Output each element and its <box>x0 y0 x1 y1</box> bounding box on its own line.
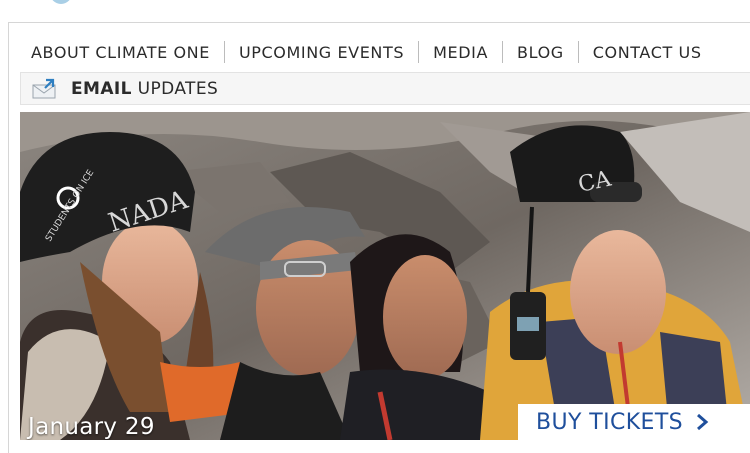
nav-separator <box>418 41 420 63</box>
nav-separator <box>502 41 504 63</box>
email-label-rest: UPDATES <box>131 78 219 99</box>
logo-fragment[interactable] <box>50 0 72 4</box>
email-updates-bar[interactable]: EMAIL UPDATES <box>20 72 750 105</box>
nav-contact-us[interactable]: CONTACT US <box>593 43 702 62</box>
nav-upcoming-events[interactable]: UPCOMING EVENTS <box>239 43 404 62</box>
top-strip <box>0 0 750 22</box>
email-envelope-icon <box>31 78 57 100</box>
hero-photo[interactable]: NADA STUDENTS ON ICE CA January 29 BUY T… <box>20 112 750 440</box>
nav-about-climate-one[interactable]: ABOUT CLIMATE ONE <box>31 43 210 62</box>
event-date: January 29 <box>28 414 155 440</box>
nav-separator <box>577 41 579 63</box>
main-nav: ABOUT CLIMATE ONE UPCOMING EVENTS MEDIA … <box>20 38 702 66</box>
chevron-right-icon <box>695 413 709 431</box>
buy-tickets-label: BUY TICKETS <box>536 409 684 435</box>
nav-media[interactable]: MEDIA <box>433 43 488 62</box>
nav-blog[interactable]: BLOG <box>517 43 564 62</box>
buy-tickets-button[interactable]: BUY TICKETS <box>518 404 750 440</box>
email-updates-label[interactable]: EMAIL UPDATES <box>71 79 218 99</box>
group-photo-image: NADA STUDENTS ON ICE CA <box>20 112 750 440</box>
email-label-bold: EMAIL <box>71 78 132 99</box>
nav-separator <box>223 41 225 63</box>
